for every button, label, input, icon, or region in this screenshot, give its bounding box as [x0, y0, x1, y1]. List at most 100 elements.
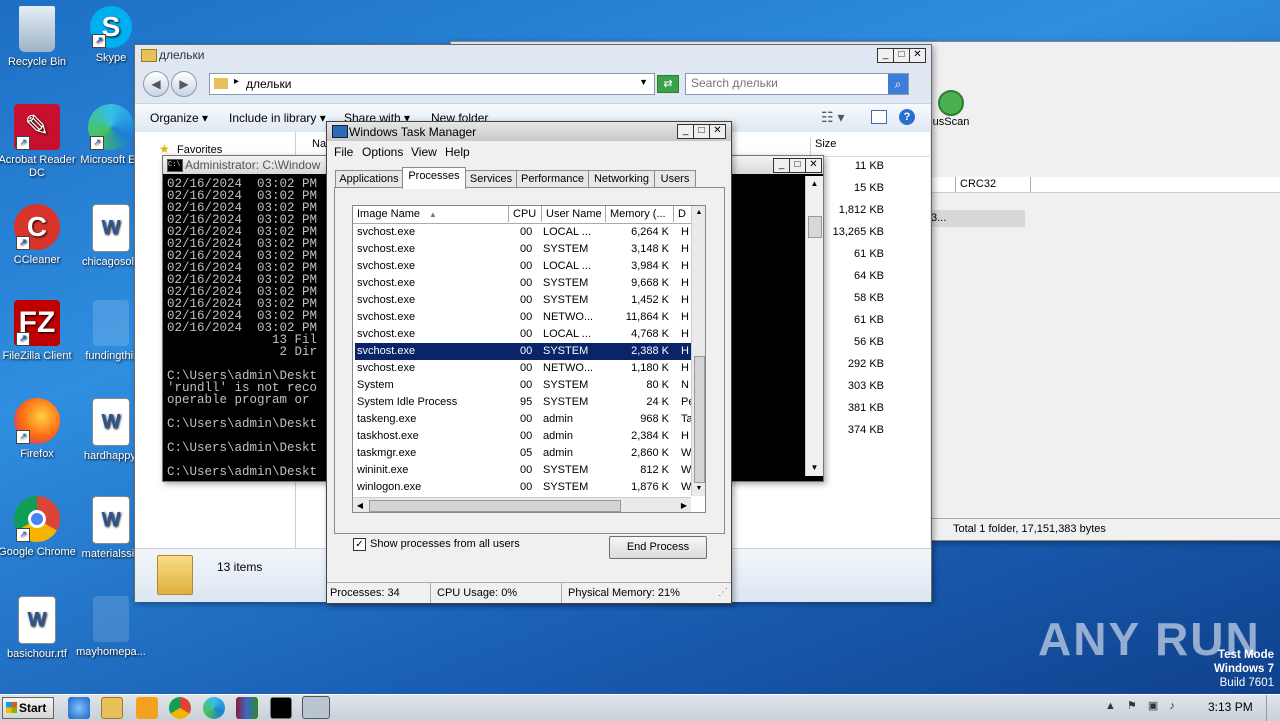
process-list-hscrollbar[interactable]: ◀ ▶ [353, 497, 691, 512]
process-row[interactable]: svchost.exe 00 SYSTEM 1,452 K H [355, 292, 691, 309]
media-player-icon[interactable] [136, 697, 158, 719]
minimize-button[interactable]: _ [773, 158, 790, 173]
process-row[interactable]: System 00 SYSTEM 80 K N [355, 377, 691, 394]
show-hidden-icons[interactable]: ▲ [1105, 700, 1116, 712]
maximize-button[interactable]: □ [693, 124, 710, 139]
network-icon[interactable]: ▣ [1148, 700, 1158, 712]
scroll-thumb[interactable] [808, 216, 822, 238]
desktop-icon-basichour[interactable]: W basichour.rtf [0, 596, 77, 661]
internet-explorer-icon[interactable] [68, 697, 90, 719]
process-row[interactable]: svchost.exe 00 SYSTEM 3,148 K H [355, 241, 691, 258]
back-button[interactable]: ◀ [143, 71, 169, 97]
desktop-icon-chrome[interactable]: ↗ Google Chrome [0, 496, 77, 559]
flag-icon[interactable]: ⚑ [1127, 700, 1137, 712]
image-name-column-header[interactable]: Image Name ▲ [353, 206, 509, 222]
desktop-icon-ccleaner[interactable]: C ↗ CCleaner [0, 204, 77, 267]
scroll-thumb[interactable] [694, 356, 705, 483]
refresh-button[interactable]: ⇄ [657, 75, 679, 93]
user-name-column-header[interactable]: User Name [542, 206, 606, 222]
process-row[interactable]: svchost.exe 00 SYSTEM 2,388 K H [355, 343, 691, 360]
process-row[interactable]: taskmgr.exe 05 admin 2,860 K W [355, 445, 691, 462]
crc32-column-header[interactable]: CRC32 [955, 177, 1031, 192]
show-all-users-checkbox[interactable]: ✓ [353, 538, 366, 551]
desktop-icon-filezilla[interactable]: FZ ↗ FileZilla Client [0, 300, 77, 363]
task-manager-window[interactable]: Windows Task Manager _ □ ✕ File Options … [326, 121, 732, 604]
desktop-icon-mayhomepa[interactable]: mayhomepa... [71, 596, 151, 659]
console-output[interactable]: 02/16/2024 03:02 PM 02/16/2024 03:02 PM 02… [167, 178, 327, 478]
close-button[interactable]: ✕ [805, 158, 822, 173]
minimize-button[interactable]: _ [877, 48, 894, 63]
explorer-titlebar[interactable]: длельки _ □ ✕ [135, 45, 931, 65]
search-input[interactable] [688, 75, 884, 91]
scroll-down-icon[interactable]: ▼ [692, 482, 705, 496]
scroll-left-icon[interactable]: ◀ [353, 498, 367, 512]
volume-icon[interactable]: ♪ [1169, 700, 1175, 712]
menu-help[interactable]: Help [445, 145, 470, 159]
address-bar[interactable]: ▸ длельки ▼ [209, 73, 655, 95]
end-process-button[interactable]: End Process [609, 536, 707, 559]
process-row[interactable]: System Idle Process 95 SYSTEM 24 K Pe [355, 394, 691, 411]
forward-button[interactable]: ▶ [171, 71, 197, 97]
process-row[interactable]: taskeng.exe 00 admin 968 K Ta [355, 411, 691, 428]
desktop-icon-recycle-bin[interactable]: Recycle Bin [0, 6, 77, 69]
menu-view[interactable]: View [411, 145, 437, 159]
organize-button[interactable]: Organize ▾ [150, 111, 208, 125]
process-list-scrollbar[interactable]: ▲ ▼ [691, 206, 705, 496]
file-row[interactable]: 3... [931, 210, 1025, 227]
tab-performance[interactable]: Performance [516, 170, 589, 188]
memory-column-header[interactable]: Memory (... [606, 206, 674, 222]
tab-services[interactable]: Services [465, 170, 517, 188]
hscroll-thumb[interactable] [369, 500, 621, 512]
cpu-column-header[interactable]: CPU [509, 206, 542, 222]
tab-processes[interactable]: Processes [402, 167, 466, 189]
close-button[interactable]: ✕ [909, 48, 926, 63]
cmd-taskbar-icon[interactable] [270, 697, 292, 719]
cmd-scrollbar[interactable]: ▲ ▼ [805, 176, 823, 476]
maximize-button[interactable]: □ [789, 158, 806, 173]
menu-file[interactable]: File [334, 145, 353, 159]
process-row[interactable]: svchost.exe 00 NETWO... 1,180 K H [355, 360, 691, 377]
process-row[interactable]: wininit.exe 00 SYSTEM 812 K W [355, 462, 691, 479]
process-list[interactable]: Image Name ▲ CPU User Name Memory (... D… [352, 205, 706, 513]
process-row[interactable]: svchost.exe 00 SYSTEM 9,668 K H [355, 275, 691, 292]
menu-options[interactable]: Options [362, 145, 403, 159]
maximize-button[interactable]: □ [893, 48, 910, 63]
size-column-header[interactable]: Size [810, 138, 887, 156]
include-in-library-button[interactable]: Include in library ▾ [229, 111, 326, 125]
explorer-taskbar-icon[interactable] [101, 697, 123, 719]
process-row[interactable]: winlogon.exe 00 SYSTEM 1,876 K W [355, 479, 691, 496]
task-manager-taskbar-icon[interactable] [302, 696, 330, 719]
preview-pane-icon[interactable] [871, 110, 887, 124]
chrome-taskbar-icon[interactable] [169, 697, 191, 719]
help-icon[interactable]: ? [899, 109, 915, 125]
minimize-button[interactable]: _ [677, 124, 694, 139]
name-column-header[interactable]: Na [312, 138, 326, 150]
desktop-icon-firefox[interactable]: ↗ Firefox [0, 398, 77, 461]
scroll-up-icon[interactable]: ▲ [692, 206, 705, 220]
scroll-down-icon[interactable]: ▼ [806, 460, 823, 476]
edge-taskbar-icon[interactable] [203, 697, 225, 719]
process-row[interactable]: svchost.exe 00 LOCAL ... 3,984 K H [355, 258, 691, 275]
tab-users[interactable]: Users [654, 170, 696, 188]
process-row[interactable]: svchost.exe 00 NETWO... 11,864 K H [355, 309, 691, 326]
process-row[interactable]: svchost.exe 00 LOCAL ... 4,768 K H [355, 326, 691, 343]
scan-toolbar-button[interactable]: usScan [931, 90, 971, 128]
resize-grip-icon[interactable]: ⋰ [718, 587, 728, 599]
tab-applications[interactable]: Applications [335, 170, 403, 188]
chevron-down-icon[interactable]: ▼ [639, 77, 648, 87]
show-desktop-button[interactable] [1266, 695, 1280, 721]
scroll-right-icon[interactable]: ▶ [677, 498, 691, 512]
view-options-icon[interactable]: ☷ ▾ [821, 109, 844, 126]
process-row[interactable]: taskhost.exe 00 admin 2,384 K H [355, 428, 691, 445]
search-box[interactable]: ⌕ [685, 73, 909, 95]
desktop-icon-acrobat[interactable]: ✎ ↗ Acrobat Reader DC [0, 104, 77, 180]
clock[interactable]: 3:13 PM [1208, 700, 1253, 714]
process-row[interactable]: svchost.exe 00 LOCAL ... 6,264 K H [355, 224, 691, 241]
task-manager-titlebar[interactable]: Windows Task Manager _ □ ✕ [327, 122, 731, 141]
start-button[interactable]: Start [2, 697, 54, 719]
winrar-taskbar-icon[interactable] [236, 697, 258, 719]
scroll-up-icon[interactable]: ▲ [806, 176, 823, 192]
close-button[interactable]: ✕ [709, 124, 726, 139]
search-icon[interactable]: ⌕ [888, 74, 908, 94]
tab-networking[interactable]: Networking [588, 170, 655, 188]
